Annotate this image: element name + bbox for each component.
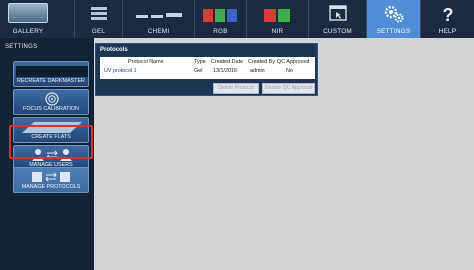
tab-gallery-label: GALLERY (12, 28, 44, 35)
svg-text:?: ? (443, 5, 454, 24)
top-navigation: GALLERY GEL CHEMI RGB NIR CUSTOM SETTING… (0, 0, 474, 38)
tab-help-label: HELP (438, 28, 457, 35)
protocols-icon (32, 172, 70, 182)
tab-custom[interactable]: CUSTOM (308, 0, 366, 38)
protocols-panel: Protocols Protocol Name Type Created Dat… (95, 43, 318, 96)
chemi-icon (136, 13, 182, 18)
recreate-darkmaster-label: RECREATE DARKMASTER (17, 78, 85, 84)
tab-nir-label: NIR (271, 28, 284, 35)
darkmaster-icon (16, 66, 88, 77)
tab-chemi[interactable]: CHEMI (122, 0, 194, 38)
manage-protocols-button[interactable]: MANAGE PROTOCOLS (13, 167, 89, 193)
enable-qc-approval-button[interactable]: Enable QC Approval (262, 83, 315, 94)
cell-created-date: 13/1/2016 (213, 68, 237, 74)
focus-calibration-icon (45, 92, 59, 106)
tab-gel-label: GEL (91, 28, 106, 35)
tab-gallery[interactable]: GALLERY (0, 0, 56, 38)
custom-icon (329, 5, 347, 21)
tab-chemi-label: CHEMI (147, 28, 170, 35)
column-header-created-by: Created By (248, 59, 275, 65)
tab-nir[interactable]: NIR (246, 0, 308, 38)
delete-protocol-button[interactable]: Delete Protocol (213, 83, 259, 94)
tab-settings[interactable]: SETTINGS (366, 0, 420, 38)
cell-qc-approved: No (286, 68, 293, 74)
focus-calibration-button[interactable]: FOCUS CALIBRATION (13, 89, 89, 115)
nir-icon (264, 9, 290, 22)
gel-icon (91, 7, 107, 20)
focus-calibration-label: FOCUS CALIBRATION (23, 106, 79, 112)
selection-highlight (9, 125, 93, 159)
recreate-darkmaster-button[interactable]: RECREATE DARKMASTER (13, 61, 89, 87)
manage-protocols-label: MANAGE PROTOCOLS (21, 184, 81, 190)
help-icon: ? (443, 5, 454, 24)
protocols-title: Protocols (100, 47, 128, 53)
tab-settings-label: SETTINGS (376, 28, 411, 35)
column-header-protocol-name: Protocol Name (128, 59, 164, 65)
gallery-icon (8, 3, 48, 23)
gears-icon (384, 5, 404, 23)
tab-custom-label: CUSTOM (323, 28, 352, 35)
protocols-table: Protocol Name Type Created Date Created … (100, 57, 315, 79)
sidebar-title: SETTINGS (5, 44, 38, 50)
tab-help[interactable]: ? HELP (420, 0, 474, 38)
tab-rgb-label: RGB (213, 28, 228, 35)
cell-created-by: admin (250, 68, 265, 74)
rgb-icon (203, 9, 237, 22)
tab-gel[interactable]: GEL (74, 0, 122, 38)
tab-rgb[interactable]: RGB (194, 0, 246, 38)
column-header-created-date: Created Date (211, 59, 244, 65)
column-header-type: Type (194, 59, 206, 65)
cell-protocol-name: UV protocol 1 (104, 68, 137, 74)
column-header-qc-approved: QC Approved (277, 59, 310, 65)
cell-type: Gel (194, 68, 203, 74)
